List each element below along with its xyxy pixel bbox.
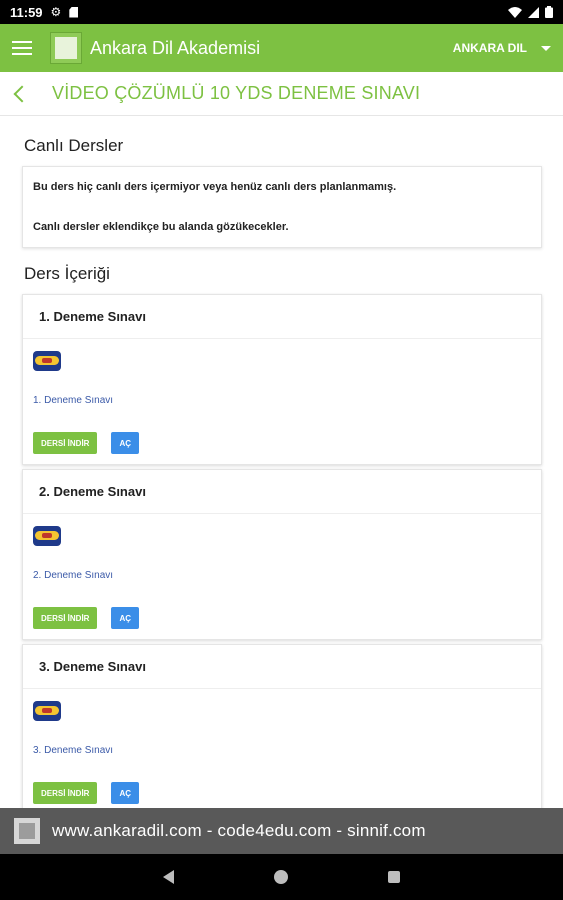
lesson-card: 2. Deneme Sınavı 2. Deneme Sınavı DERSİ … xyxy=(22,469,542,640)
status-time: 11:59 xyxy=(10,4,43,20)
live-lessons-message: Bu ders hiç canlı ders içermiyor veya he… xyxy=(33,181,397,193)
lesson-link[interactable]: 2. Deneme Sınavı xyxy=(33,570,113,581)
footer-logo xyxy=(14,818,40,844)
gear-icon: ⚙ xyxy=(50,5,62,19)
course-title: VİDEO ÇÖZÜMLÜ 10 YDS DENEME SINAVI xyxy=(52,83,421,103)
lesson-thumbnail xyxy=(33,526,61,546)
lesson-link[interactable]: 1. Deneme Sınavı xyxy=(33,395,113,406)
status-bar: 11:59 ⚙ xyxy=(0,0,563,24)
app-logo xyxy=(50,32,82,64)
download-lesson-button[interactable]: DERSİ İNDİR xyxy=(33,607,98,629)
open-lesson-button[interactable]: AÇ xyxy=(111,607,140,629)
nav-back-icon[interactable] xyxy=(163,870,174,884)
course-content-title: Ders İçeriği xyxy=(24,264,110,283)
download-lesson-button[interactable]: DERSİ İNDİR xyxy=(33,432,98,454)
open-lesson-button[interactable]: AÇ xyxy=(111,782,140,804)
nav-home-icon[interactable] xyxy=(274,870,288,884)
account-label: ANKARA DIL xyxy=(452,41,527,55)
open-lesson-button[interactable]: AÇ xyxy=(111,432,140,454)
lesson-link[interactable]: 3. Deneme Sınavı xyxy=(33,745,113,756)
content-area: Canlı Dersler Bu ders hiç canlı ders içe… xyxy=(22,130,542,815)
live-lessons-title: Canlı Dersler xyxy=(24,136,124,155)
sd-card-icon xyxy=(69,6,79,18)
live-lessons-card: Bu ders hiç canlı ders içermiyor veya he… xyxy=(22,166,542,248)
download-lesson-button[interactable]: DERSİ İNDİR xyxy=(33,782,98,804)
course-header: VİDEO ÇÖZÜMLÜ 10 YDS DENEME SINAVI xyxy=(0,72,563,116)
navigation-bar xyxy=(0,854,563,900)
app-bar: Ankara Dil Akademisi ANKARA DIL xyxy=(0,24,563,72)
lesson-card: 3. Deneme Sınavı 3. Deneme Sınavı DERSİ … xyxy=(22,644,542,815)
lesson-title: 1. Deneme Sınavı xyxy=(23,295,541,339)
lesson-thumbnail xyxy=(33,351,61,371)
footer-text: www.ankaradil.com - code4edu.com - sinni… xyxy=(52,821,426,840)
lesson-title: 3. Deneme Sınavı xyxy=(23,645,541,689)
lesson-card: 1. Deneme Sınavı 1. Deneme Sınavı DERSİ … xyxy=(22,294,542,465)
live-lessons-message: Canlı dersler eklendikçe bu alanda gözük… xyxy=(33,221,289,233)
back-arrow-icon[interactable] xyxy=(13,85,31,102)
hamburger-menu-icon[interactable] xyxy=(12,41,32,55)
nav-recents-icon[interactable] xyxy=(388,871,400,883)
lesson-title: 2. Deneme Sınavı xyxy=(23,470,541,514)
account-selector[interactable]: ANKARA DIL xyxy=(453,41,551,55)
wifi-icon xyxy=(508,6,522,18)
footer-banner: www.ankaradil.com - code4edu.com - sinni… xyxy=(0,808,563,854)
app-title: Ankara Dil Akademisi xyxy=(90,37,261,58)
caret-down-icon xyxy=(541,45,551,51)
battery-icon xyxy=(545,6,553,18)
lesson-thumbnail xyxy=(33,701,61,721)
signal-icon xyxy=(528,6,539,18)
